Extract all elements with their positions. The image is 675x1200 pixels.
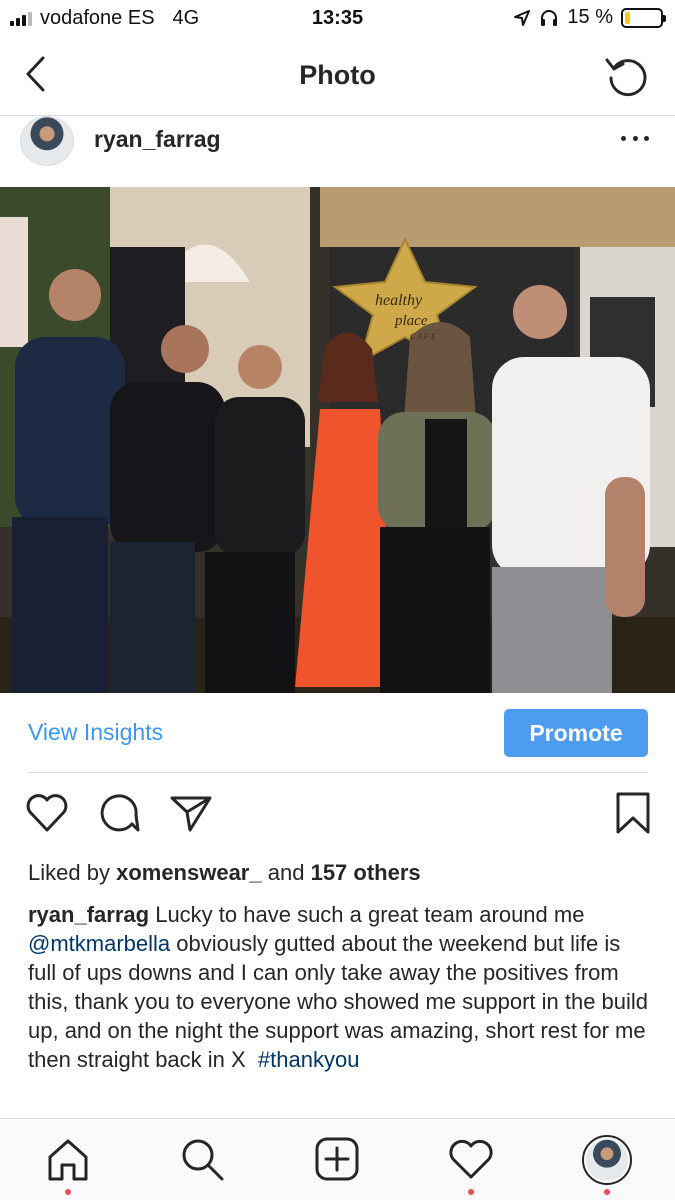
location-icon — [514, 9, 531, 26]
photo-sign-text: C A F E — [410, 332, 436, 341]
activity-icon[interactable] — [447, 1135, 495, 1183]
status-bar: vodafone ES 4G 13:35 15 % — [0, 0, 675, 38]
bookmark-icon[interactable] — [610, 790, 656, 836]
profile-avatar[interactable] — [582, 1135, 632, 1185]
photo-sign-text: place — [394, 313, 428, 329]
caption-mention[interactable]: @mtkmarbella — [28, 931, 170, 956]
profile-avatar-image — [586, 1139, 628, 1181]
likes-prefix: Liked by — [28, 860, 110, 885]
insights-row: View Insights Promote — [0, 693, 675, 773]
home-icon[interactable] — [44, 1135, 92, 1183]
promote-button[interactable]: Promote — [504, 709, 648, 757]
likes-middle: and — [267, 860, 305, 885]
headphones-icon — [541, 9, 558, 26]
refresh-icon[interactable] — [603, 52, 651, 100]
more-icon[interactable] — [621, 130, 649, 146]
liked-by-user[interactable]: xomenswear_ — [116, 860, 262, 885]
profile-notification-dot — [604, 1189, 610, 1195]
caption-username[interactable]: ryan_farrag — [28, 902, 149, 927]
likes-summary[interactable]: Liked by xomenswear_ and 157 others — [28, 860, 421, 886]
battery-fill — [625, 11, 631, 24]
tab-bar — [0, 1118, 675, 1200]
battery-icon — [621, 7, 666, 28]
status-right: 15 % — [513, 6, 666, 29]
post-header: ryan_farrag — [0, 116, 675, 188]
photo-illustration: healthy place C A F E — [0, 187, 675, 693]
post-caption: ryan_farrag Lucky to have such a great t… — [28, 900, 653, 1074]
home-notification-dot — [65, 1189, 71, 1195]
share-icon[interactable] — [168, 790, 214, 836]
comment-icon[interactable] — [96, 790, 142, 836]
avatar[interactable] — [20, 116, 74, 166]
add-icon[interactable] — [313, 1135, 361, 1183]
post-actions — [0, 790, 675, 844]
activity-notification-dot — [468, 1189, 474, 1195]
divider — [28, 772, 648, 773]
battery-percent: 15 % — [567, 6, 613, 28]
search-icon[interactable] — [178, 1135, 226, 1183]
page-title: Photo — [299, 60, 376, 90]
nav-bar: Photo — [0, 38, 675, 116]
caption-text-1: Lucky to have such a great team around m… — [155, 902, 585, 927]
view-insights-link[interactable]: View Insights — [28, 719, 163, 746]
likes-others[interactable]: 157 others — [311, 860, 421, 885]
photo-sign-text: healthy — [375, 292, 423, 309]
post-username[interactable]: ryan_farrag — [94, 126, 221, 153]
caption-hashtag[interactable]: #thankyou — [258, 1047, 360, 1072]
post-photo[interactable]: healthy place C A F E — [0, 187, 675, 693]
heart-icon[interactable] — [24, 790, 70, 836]
